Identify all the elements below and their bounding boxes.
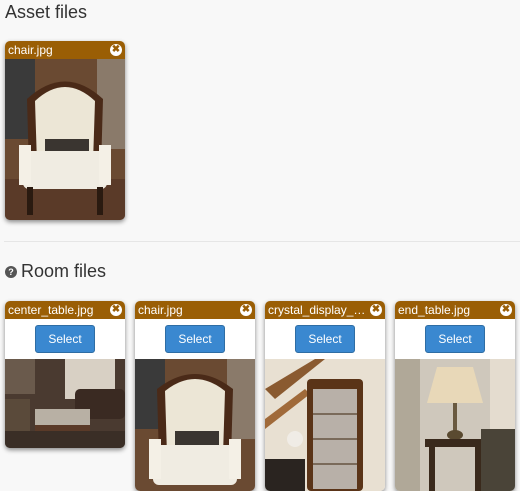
select-row: Select [5,319,125,359]
room-file-card: crystal_display_c... ✖ Select [265,301,385,491]
file-card-header: chair.jpg ✖ [135,301,255,319]
file-card-header: crystal_display_c... ✖ [265,301,385,319]
remove-file-icon[interactable]: ✖ [370,304,382,316]
file-name: end_table.jpg [398,303,471,317]
section-divider [4,241,520,242]
select-button[interactable]: Select [425,325,485,353]
remove-file-icon[interactable]: ✖ [110,304,122,316]
chair-thumbnail [5,59,125,220]
room-file-card: chair.jpg ✖ Select [135,301,255,491]
remove-file-icon[interactable]: ✖ [110,44,122,56]
end-table-thumbnail [395,359,515,491]
select-button[interactable]: Select [35,325,95,353]
room-files-title: Room files [21,261,107,281]
file-name: crystal_display_c... [268,303,370,317]
room-file-card: end_table.jpg ✖ Select [395,301,515,491]
file-name: chair.jpg [8,43,53,57]
remove-file-icon[interactable]: ✖ [240,304,252,316]
select-button[interactable]: Select [295,325,355,353]
file-card-header: chair.jpg ✖ [5,41,125,59]
room-files-heading: ? Room files [5,260,106,282]
file-name: center_table.jpg [8,303,94,317]
select-row: Select [395,319,515,359]
crystal-display-thumbnail [265,359,385,491]
select-button[interactable]: Select [165,325,225,353]
file-card-header: center_table.jpg ✖ [5,301,125,319]
remove-file-icon[interactable]: ✖ [500,304,512,316]
asset-files-heading: Asset files [5,2,88,22]
asset-file-card: chair.jpg ✖ [5,41,125,220]
select-row: Select [135,319,255,359]
select-row: Select [265,319,385,359]
file-card-header: end_table.jpg ✖ [395,301,515,319]
file-name: chair.jpg [138,303,183,317]
question-icon[interactable]: ? [5,266,17,278]
room-file-card: center_table.jpg ✖ Select [5,301,125,448]
center-table-thumbnail [5,359,125,448]
chair-thumbnail [135,359,255,491]
